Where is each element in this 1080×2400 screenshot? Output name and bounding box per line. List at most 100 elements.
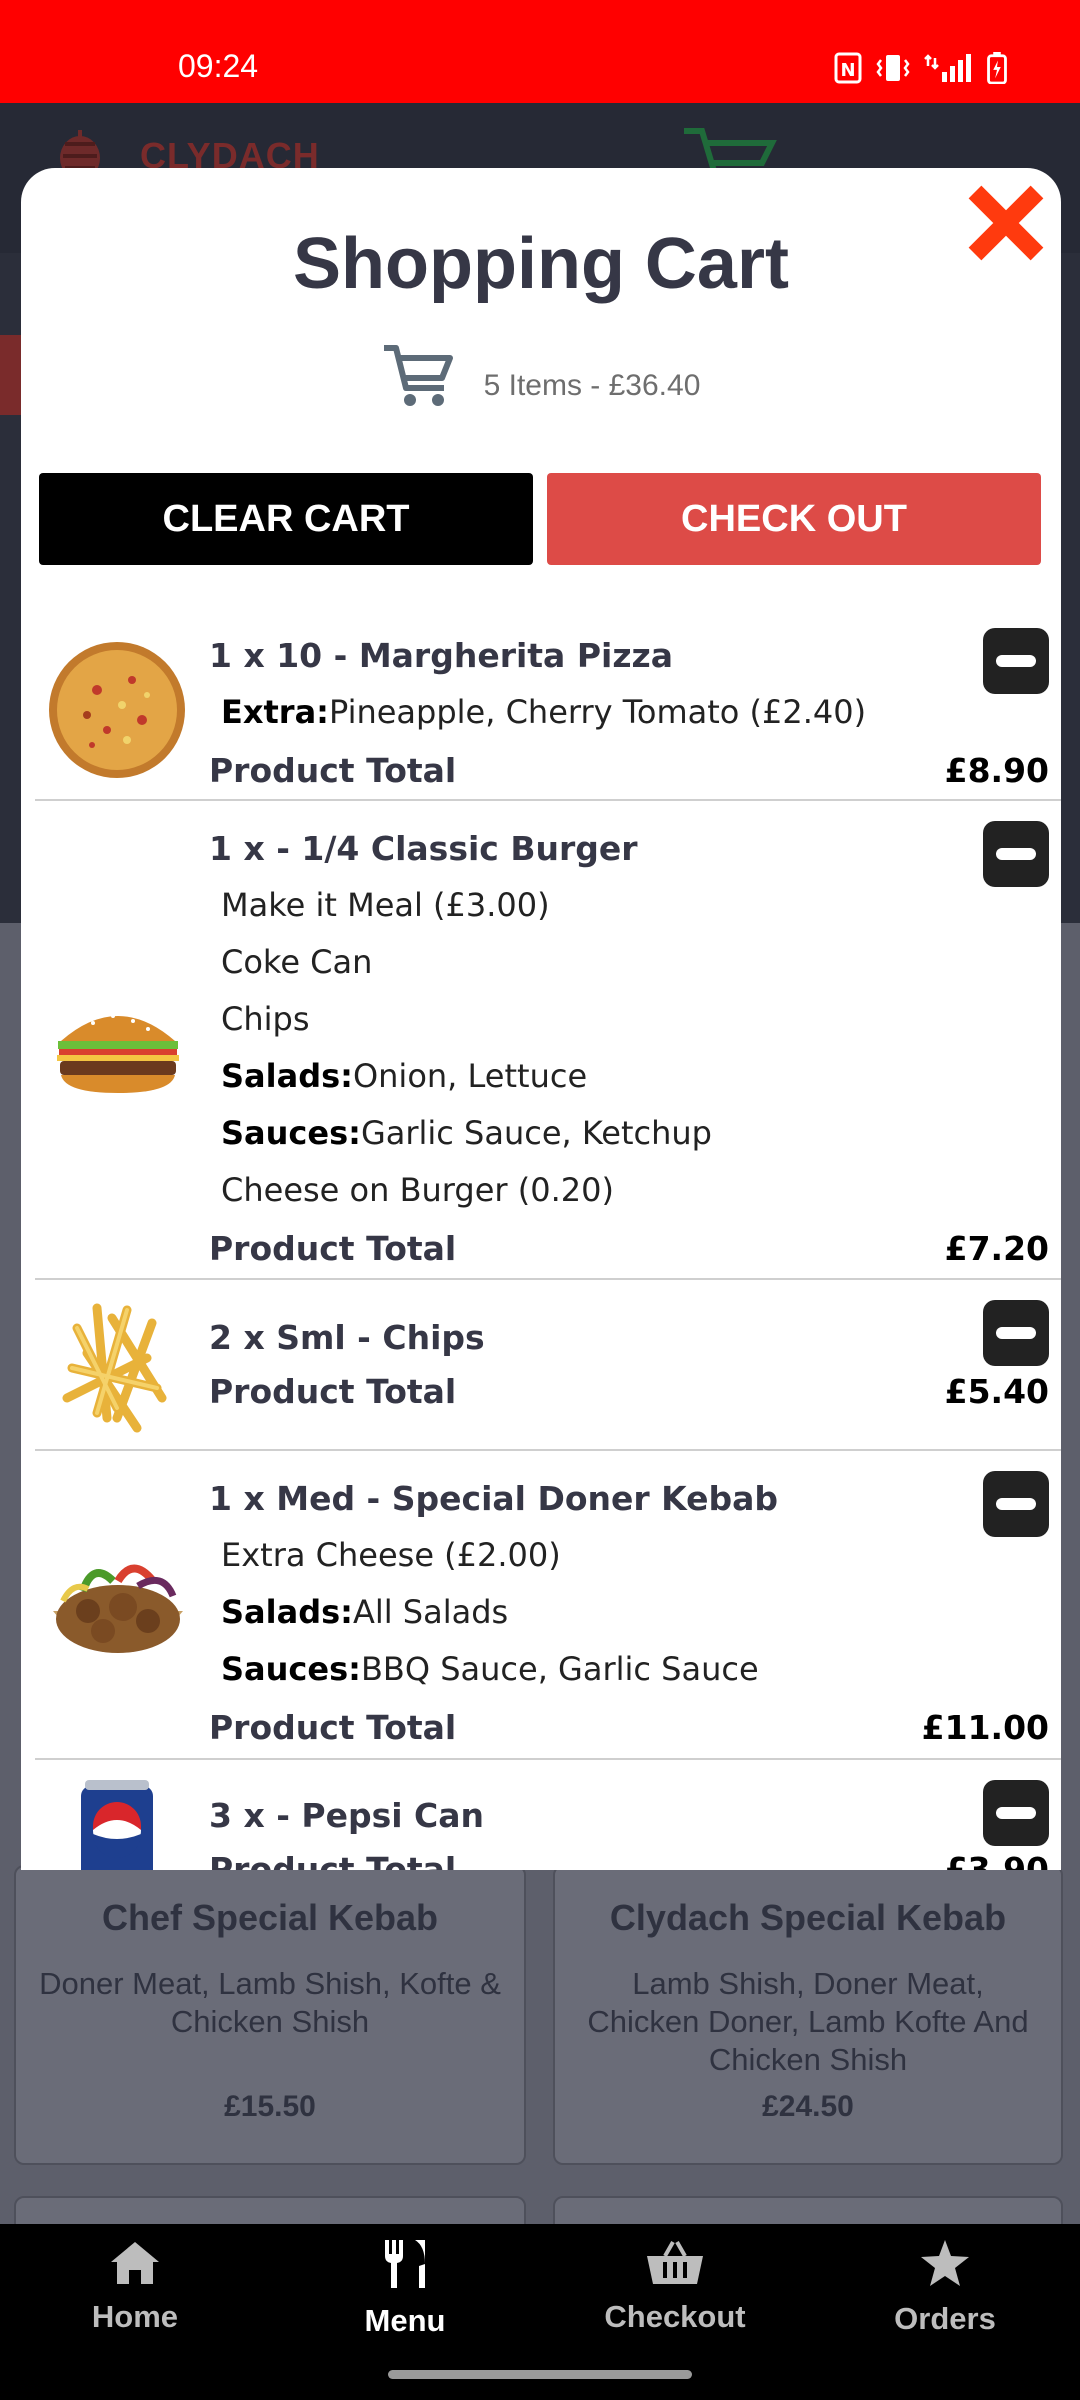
kebab-image [53, 1564, 183, 1653]
cart-item-title: 1 x - 1/4 Classic Burger [209, 829, 638, 868]
cart-item: 1 x Med - Special Doner Kebab Extra Chee… [35, 1451, 1061, 1760]
clear-cart-button[interactable]: CLEAR CART [39, 473, 533, 565]
product-total-row: Product Total £8.90 [209, 741, 1049, 801]
cart-item-title: 1 x 10 - Margherita Pizza [209, 636, 673, 675]
home-icon [111, 2242, 159, 2284]
status-bar: 09:24 N [0, 0, 1080, 103]
option-label: Extra: [221, 693, 329, 731]
option-text: Coke Can [221, 943, 373, 981]
menu-card-description: Doner Meat, Lamb Shish, Kofte & Chicken … [39, 1966, 501, 2039]
option-label: Sauces: [221, 1114, 361, 1152]
nav-checkout[interactable]: Checkout [575, 2238, 775, 2335]
product-total-price: £5.40 [944, 1372, 1049, 1411]
product-total-price: £3.90 [944, 1850, 1049, 1870]
cart-item-option: Extra:Pineapple, Cherry Tomato (£2.40) [209, 684, 1049, 741]
product-total-row: Product Total £11.00 [209, 1698, 1049, 1758]
cart-summary-text: 5 Items - £36.40 [483, 369, 701, 402]
svg-text:N: N [840, 60, 855, 81]
cart-items-list: 1 x 10 - Margherita Pizza Extra:Pineappl… [35, 608, 1061, 1870]
product-total-label: Product Total [209, 751, 457, 790]
menu-card[interactable]: Chef Special Kebab Doner Meat, Lamb Shis… [14, 1865, 526, 2165]
signal-icon [924, 54, 971, 82]
nav-home-label: Home [91, 2299, 179, 2334]
nav-menu[interactable]: Menu [305, 2238, 505, 2339]
cart-item-details: 2 x Sml - Chips Product Total £5.40 [209, 1280, 1049, 1428]
cart-item-title: 3 x - Pepsi Can [209, 1796, 485, 1835]
nav-menu-label: Menu [364, 2303, 446, 2338]
option-text: BBQ Sauce, Garlic Sauce [360, 1650, 759, 1688]
menu-card-title: Clydach Special Kebab [609, 1897, 1007, 1938]
option-text: Cheese on Burger (0.20) [221, 1171, 614, 1209]
option-text: Extra Cheese (£2.00) [221, 1536, 561, 1574]
cart-item-details: 1 x - 1/4 Classic Burger Make it Meal (£… [209, 801, 1049, 1289]
remove-item-button[interactable] [983, 1300, 1049, 1366]
pepsi-can-image [81, 1780, 153, 1870]
remove-item-button[interactable] [983, 1780, 1049, 1846]
option-text: Onion, Lettuce [352, 1057, 588, 1095]
nav-checkout-label: Checkout [604, 2299, 746, 2334]
cart-item-option: Cheese on Burger (0.20) [209, 1162, 1049, 1219]
status-time: 09:24 [178, 48, 259, 84]
modal-title: Shopping Cart [293, 224, 789, 304]
remove-item-button[interactable] [983, 821, 1049, 887]
cart-summary: 5 Items - £36.40 [21, 338, 1061, 410]
product-total-label: Product Total [209, 1708, 457, 1747]
cart-item: 3 x - Pepsi Can Product Total £3.90 [35, 1760, 1061, 1870]
cart-item-option: Chips [209, 991, 1049, 1048]
home-indicator[interactable] [388, 2370, 692, 2379]
product-total-price: £8.90 [944, 751, 1049, 790]
cart-item-details: 3 x - Pepsi Can Product Total £3.90 [209, 1760, 1049, 1870]
cart-item-title: 2 x Sml - Chips [209, 1318, 485, 1357]
menu-card-price: £15.50 [224, 2090, 316, 2123]
product-total-label: Product Total [209, 1372, 457, 1411]
shopping-cart-modal: Shopping Cart 5 Items - £36.40 CLEAR CAR… [21, 168, 1061, 1870]
burger-image [57, 1014, 179, 1093]
option-text: Pineapple, Cherry Tomato (£2.40) [328, 693, 867, 731]
option-label: Sauces: [221, 1650, 361, 1688]
remove-item-button[interactable] [983, 628, 1049, 694]
option-text: Garlic Sauce, Ketchup [360, 1114, 712, 1152]
cart-item: 1 x 10 - Margherita Pizza Extra:Pineappl… [35, 608, 1061, 801]
cart-item-details: 1 x 10 - Margherita Pizza Extra:Pineappl… [209, 608, 1049, 811]
chips-image [62, 1303, 167, 1433]
cart-item-option: Sauces:BBQ Sauce, Garlic Sauce [209, 1641, 1049, 1698]
product-total-label: Product Total [209, 1850, 457, 1870]
option-label: Salads: [221, 1057, 353, 1095]
option-text: Chips [221, 1000, 310, 1038]
pizza-image [49, 642, 185, 778]
utensils-icon [385, 2240, 425, 2288]
battery-icon [987, 52, 1007, 84]
basket-icon [647, 2241, 703, 2284]
cart-item-title: 1 x Med - Special Doner Kebab [209, 1479, 779, 1518]
remove-item-button[interactable] [983, 1471, 1049, 1537]
nav-orders-label: Orders [894, 2301, 996, 2336]
menu-card-price: £24.50 [762, 2090, 854, 2123]
cart-icon [383, 345, 453, 406]
checkout-button[interactable]: CHECK OUT [547, 473, 1041, 565]
status-icons: N [834, 52, 1008, 84]
menu-card-title: Chef Special Kebab [101, 1897, 439, 1938]
cart-item-option: Sauces:Garlic Sauce, Ketchup [209, 1105, 1049, 1162]
menu-card-description: Lamb Shish, Doner Meat, Chicken Doner, L… [587, 1966, 1029, 2077]
cart-item-option: Salads:Onion, Lettuce [209, 1048, 1049, 1105]
cart-item: 1 x - 1/4 Classic Burger Make it Meal (£… [35, 801, 1061, 1280]
star-icon [921, 2240, 969, 2286]
menu-card[interactable]: Clydach Special Kebab Lamb Shish, Doner … [553, 1865, 1063, 2165]
nav-orders[interactable]: Orders [845, 2238, 1045, 2337]
cart-item-option: Extra Cheese (£2.00) [209, 1527, 1049, 1584]
product-total-row: Product Total £3.90 [209, 1844, 1049, 1870]
cart-item-option: Salads:All Salads [209, 1584, 1049, 1641]
cart-item-option: Make it Meal (£3.00) [209, 877, 1049, 934]
cart-item-option: Coke Can [209, 934, 1049, 991]
product-total-label: Product Total [209, 1229, 457, 1268]
vibrate-icon [876, 55, 910, 81]
option-label: Salads: [221, 1593, 353, 1631]
nfc-icon: N [834, 52, 862, 84]
nav-home[interactable]: Home [35, 2238, 235, 2335]
product-total-price: £7.20 [944, 1229, 1049, 1268]
product-total-row: Product Total £7.20 [209, 1219, 1049, 1279]
option-text: All Salads [352, 1593, 509, 1631]
cart-item: 2 x Sml - Chips Product Total £5.40 [35, 1280, 1061, 1451]
product-total-price: £11.00 [921, 1708, 1049, 1747]
cart-item-details: 1 x Med - Special Doner Kebab Extra Chee… [209, 1451, 1049, 1768]
